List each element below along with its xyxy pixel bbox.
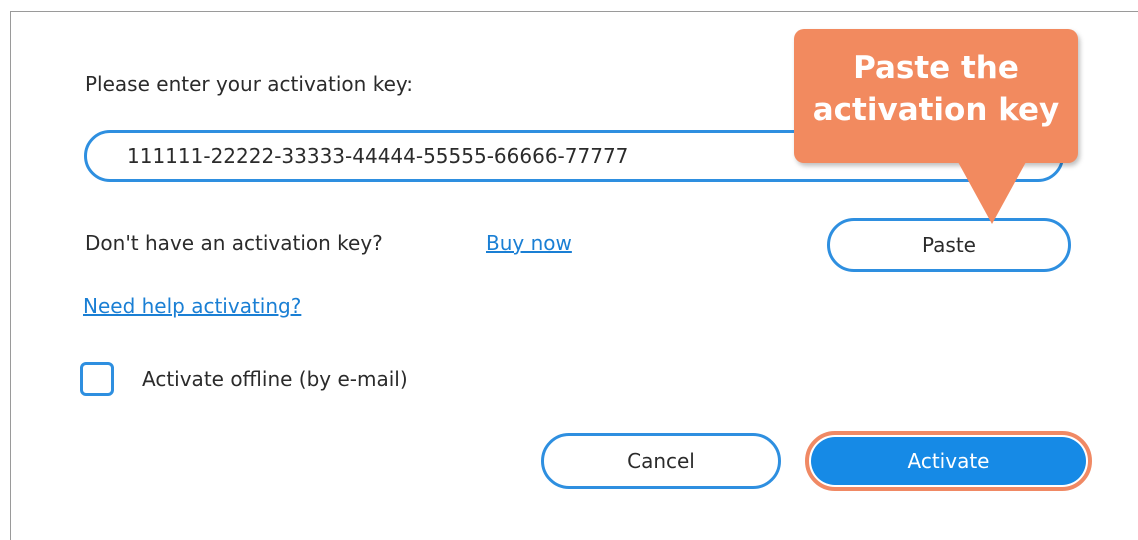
dialog-border-left bbox=[10, 11, 11, 540]
buy-now-link[interactable]: Buy now bbox=[486, 229, 572, 257]
callout-arrow bbox=[958, 162, 1026, 224]
dialog-border-top bbox=[10, 11, 1138, 12]
callout-text: Paste the activation key bbox=[794, 47, 1078, 131]
activation-dialog: Please enter your activation key: Don't … bbox=[0, 0, 1138, 540]
activation-key-input[interactable] bbox=[127, 141, 827, 171]
activate-button[interactable]: Activate bbox=[811, 437, 1086, 485]
paste-tooltip-callout: Paste the activation key bbox=[794, 29, 1078, 163]
activation-key-prompt: Please enter your activation key: bbox=[85, 72, 413, 96]
cancel-button[interactable]: Cancel bbox=[541, 433, 781, 489]
activate-offline-checkbox[interactable] bbox=[80, 362, 114, 396]
no-key-text: Don't have an activation key? bbox=[85, 231, 383, 255]
callout-line-1: Paste the bbox=[853, 50, 1019, 86]
paste-button[interactable]: Paste bbox=[827, 218, 1071, 272]
activate-offline-label[interactable]: Activate offline (by e-mail) bbox=[142, 365, 408, 393]
callout-line-2: activation key bbox=[812, 92, 1060, 128]
need-help-link[interactable]: Need help activating? bbox=[83, 292, 301, 320]
